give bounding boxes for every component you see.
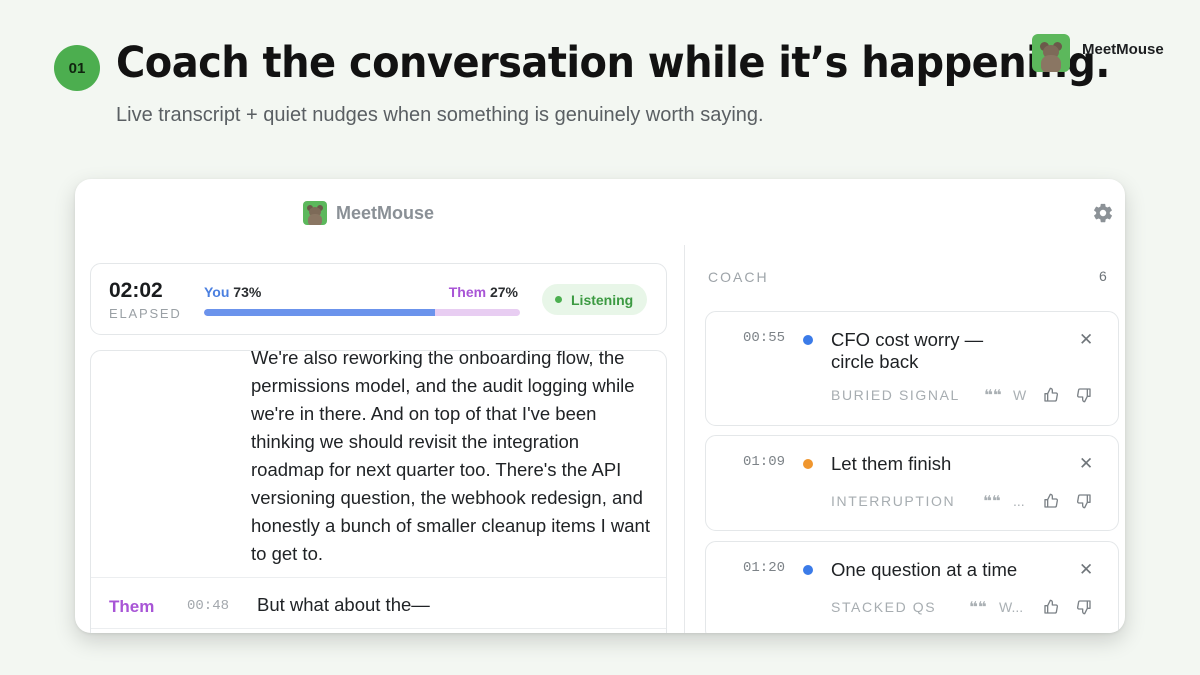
transcript-entry-text: We're also reworking the onboarding flow… [251,350,650,564]
you-label: You [204,284,230,300]
status-text: Listening [571,291,634,308]
nudge-dot [803,565,813,575]
step-badge: 01 [54,45,100,91]
slide-subtitle: Live transcript + quiet nudges when some… [116,104,764,126]
talk-ratio-bar [204,309,520,316]
slide-title: Coach the conversation while it’s happen… [116,38,1110,88]
nudge-time: 01:09 [743,454,786,470]
nudge-dot [803,335,813,345]
panel-divider [684,245,685,633]
talk-share-them: Them 27% [449,284,518,300]
gear-icon[interactable] [1092,202,1114,224]
nudge-card[interactable]: 01:20 One question at a time ✕ STACKED Q… [705,541,1119,633]
close-icon[interactable]: ✕ [1079,454,1093,474]
transcript-panel[interactable]: We're also reworking the onboarding flow… [90,350,667,633]
nudge-dot [803,459,813,469]
nudge-card[interactable]: 01:09 Let them finish ✕ INTERRUPTION ❝❝ … [705,435,1119,531]
transcript-speaker: Them [109,597,155,616]
nudge-snippet: W... [999,599,1024,615]
nudge-time: 00:55 [743,330,786,346]
transcript-entry-text: But what about the— [257,594,430,615]
nudge-snippet: ... [1013,493,1025,509]
quote-icon[interactable]: ❝❝ [969,598,987,616]
you-pct: 73% [233,284,262,300]
status-badge: Listening [542,284,648,315]
nudge-tag: STACKED QS [831,599,937,615]
coach-title: COACH [708,269,769,285]
app-brand: MeetMouse [303,201,434,225]
app-window: MeetMouse 02:02 ELAPSED You 73% Them 27%… [75,179,1125,633]
quote-icon[interactable]: ❝❝ [983,492,1001,510]
thumbs-down-icon[interactable] [1076,493,1092,509]
quote-icon[interactable]: ❝❝ [984,386,1002,404]
nudge-snippet: W [1013,387,1027,403]
elapsed-time: 02:02 [109,279,163,302]
thumbs-up-icon[interactable] [1043,493,1059,509]
mouse-logo-icon [303,201,327,225]
thumbs-down-icon[interactable] [1076,387,1092,403]
nudge-title: One question at a time [831,559,1018,580]
nudge-title: CFO cost worry — circle back [831,329,984,372]
close-icon[interactable]: ✕ [1079,330,1093,350]
nudge-card[interactable]: 00:55 CFO cost worry — circle back ✕ BUR… [705,311,1119,426]
nudge-tag: INTERRUPTION [831,493,956,509]
transcript-divider [91,577,666,578]
them-pct: 27% [489,284,518,300]
nudge-time: 01:20 [743,560,786,576]
coach-count: 6 [1099,268,1107,284]
thumbs-down-icon[interactable] [1076,599,1092,615]
stats-card: 02:02 ELAPSED You 73% Them 27% Listening [90,263,667,335]
mouse-logo-icon [1032,34,1070,72]
talk-share-you: You 73% [204,284,261,300]
transcript-divider [91,628,666,629]
brand: MeetMouse [1032,34,1164,72]
talk-ratio-fill [204,309,435,316]
status-dot [555,296,562,303]
thumbs-up-icon[interactable] [1043,599,1059,615]
nudge-tag: BURIED SIGNAL [831,387,960,403]
elapsed-label: ELAPSED [109,306,182,321]
thumbs-up-icon[interactable] [1043,387,1059,403]
close-icon[interactable]: ✕ [1079,560,1093,580]
transcript-timestamp: 00:48 [187,598,230,614]
brand-name: MeetMouse [1082,41,1164,58]
nudge-title: Let them finish [831,453,952,474]
app-name: MeetMouse [336,202,435,223]
them-label: Them [448,284,487,300]
